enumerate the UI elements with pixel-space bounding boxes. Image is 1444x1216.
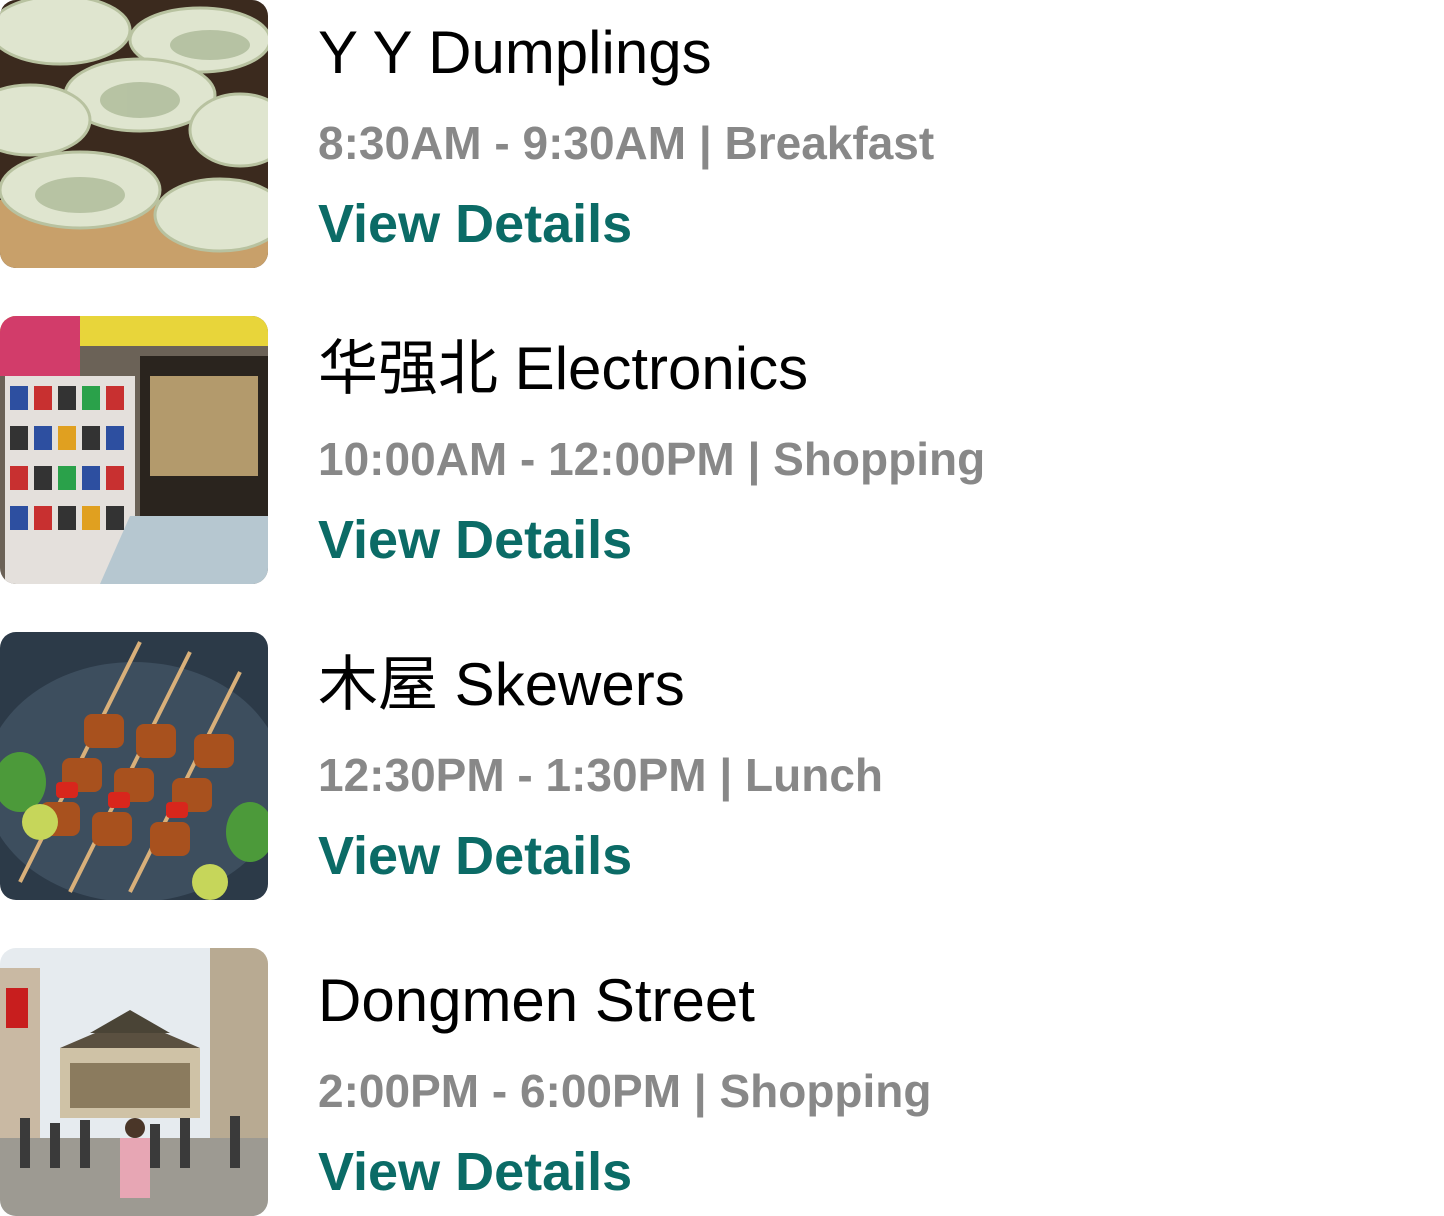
electronics-market-photo[interactable] (0, 316, 268, 584)
item-title: Dongmen Street (318, 967, 755, 1034)
item-time-category: 8:30AM - 9:30AM | Breakfast (318, 117, 935, 169)
item-time-category: 10:00AM - 12:00PM | Shopping (318, 433, 986, 485)
item-title: 华强北 Electronics (318, 335, 809, 402)
item-time-category: 2:00PM - 6:00PM | Shopping (318, 1065, 932, 1117)
street-scene-photo[interactable] (0, 948, 268, 1216)
item-title: Y Y Dumplings (318, 19, 712, 86)
item-time-category: 12:30PM - 1:30PM | Lunch (318, 749, 884, 801)
itinerary-item[interactable]: Y Y Dumplings 8:30AM - 9:30AM | Breakfas… (0, 0, 1444, 268)
itinerary-item[interactable]: 华强北 Electronics 10:00AM - 12:00PM | Shop… (0, 316, 1444, 584)
dumplings-photo[interactable] (0, 0, 268, 268)
item-title: 木屋 Skewers (318, 651, 685, 718)
view-details-link[interactable]: View Details (318, 510, 632, 570)
view-details-link[interactable]: View Details (318, 194, 632, 254)
itinerary-item[interactable]: 木屋 Skewers 12:30PM - 1:30PM | Lunch View… (0, 632, 1444, 900)
skewers-photo[interactable] (0, 632, 268, 900)
view-details-link[interactable]: View Details (318, 1142, 632, 1202)
view-details-link[interactable]: View Details (318, 826, 632, 886)
itinerary-item[interactable]: Dongmen Street 2:00PM - 6:00PM | Shoppin… (0, 948, 1444, 1216)
